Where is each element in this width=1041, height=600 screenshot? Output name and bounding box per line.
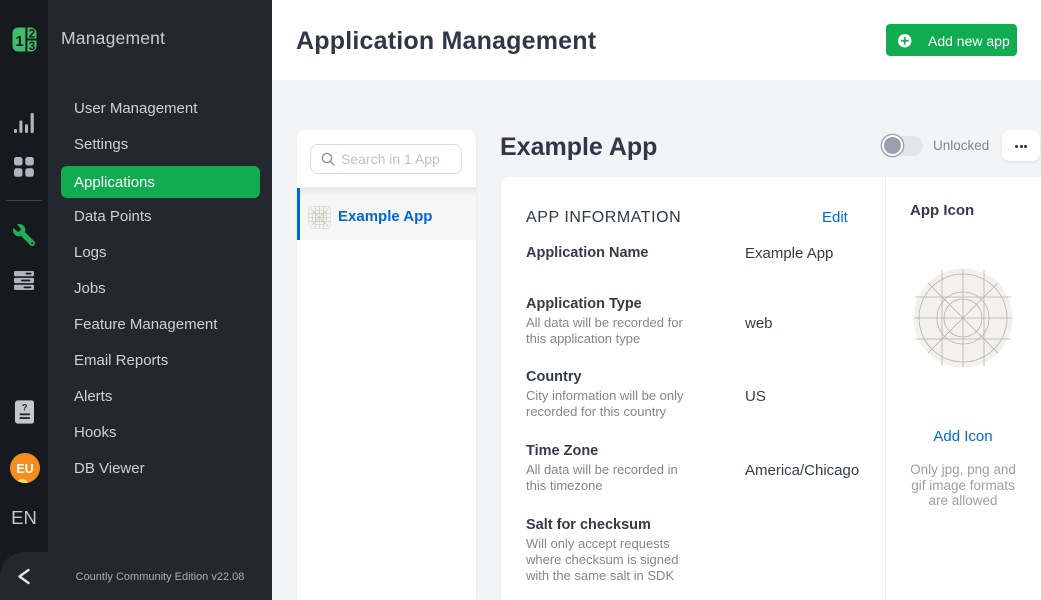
svg-text:2: 2 [29, 28, 35, 40]
svg-text:3: 3 [29, 41, 35, 52]
svg-text:?: ? [21, 403, 27, 413]
svg-text:1: 1 [15, 33, 23, 50]
svg-text:EU: EU [16, 462, 33, 476]
